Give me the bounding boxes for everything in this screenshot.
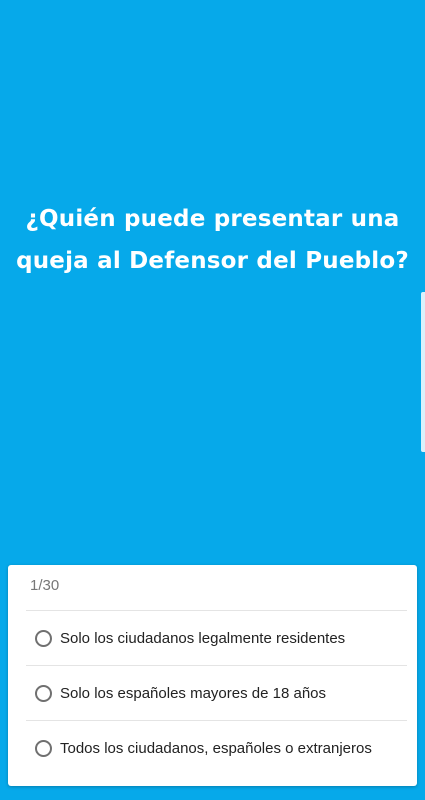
answer-option-label: Solo los españoles mayores de 18 años xyxy=(60,684,327,702)
answer-options: Solo los ciudadanos legalmente residente… xyxy=(26,610,407,775)
question-text: ¿Quién puede presentar una queja al Defe… xyxy=(0,198,425,282)
question-counter: 1/30 xyxy=(30,577,60,594)
radio-button-icon[interactable] xyxy=(35,684,52,702)
radio-button-icon[interactable] xyxy=(35,739,52,757)
answer-option-2[interactable]: Solo los españoles mayores de 18 años xyxy=(26,665,407,720)
answer-card: 1/30 Solo los ciudadanos legalmente resi… xyxy=(8,565,417,786)
question-line-2: queja al Defensor del Pueblo? xyxy=(16,248,409,274)
scroll-indicator[interactable] xyxy=(421,292,425,452)
question-line-1: ¿Quién puede presentar una xyxy=(25,206,400,232)
quiz-screen: ¿Quién puede presentar una queja al Defe… xyxy=(0,0,425,800)
answer-option-label: Solo los ciudadanos legalmente residente… xyxy=(60,629,346,647)
radio-button-icon[interactable] xyxy=(35,629,52,647)
answer-option-1[interactable]: Solo los ciudadanos legalmente residente… xyxy=(26,610,407,665)
answer-option-label: Todos los ciudadanos, españoles o extran… xyxy=(60,739,372,757)
answer-option-3[interactable]: Todos los ciudadanos, españoles o extran… xyxy=(26,720,407,775)
